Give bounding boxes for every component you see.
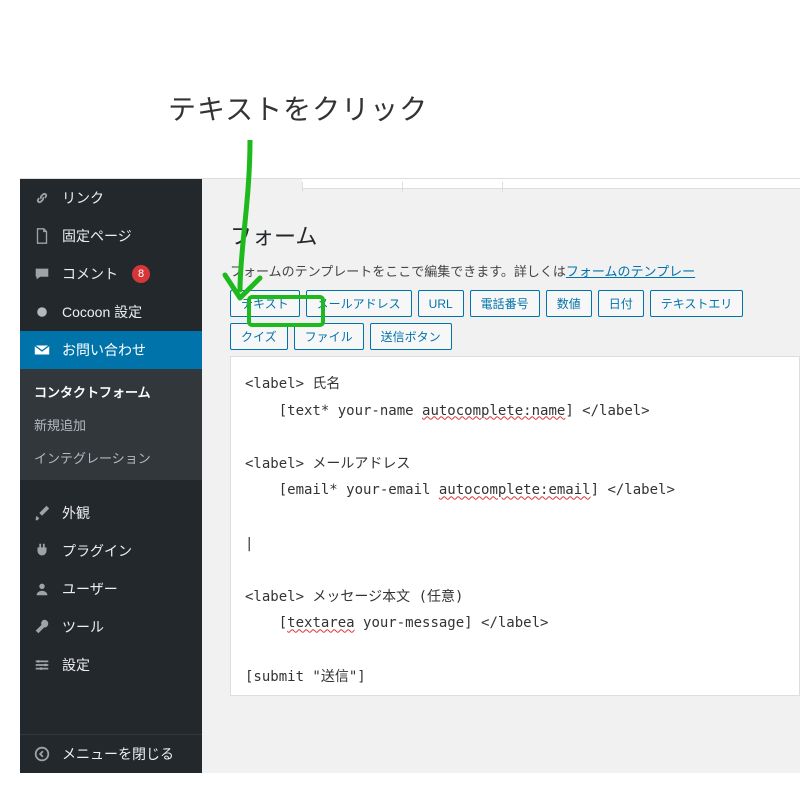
form-template-editor[interactable]: <label> 氏名 [text* your-name autocomplete… bbox=[230, 356, 800, 696]
sidebar-item-comments[interactable]: コメント 8 bbox=[20, 255, 202, 293]
plugin-icon bbox=[32, 541, 52, 561]
tag-email[interactable]: メールアドレス bbox=[306, 290, 412, 317]
sidebar-item-cocoon[interactable]: Cocoon 設定 bbox=[20, 293, 202, 331]
tag-row-2: クイズ ファイル 送信ボタン bbox=[230, 323, 800, 350]
panel-heading: フォーム bbox=[230, 219, 800, 251]
sidebar-item-links[interactable]: リンク bbox=[20, 179, 202, 217]
sidebar-item-users[interactable]: ユーザー bbox=[20, 570, 202, 608]
sidebar-collapse[interactable]: メニューを閉じる bbox=[20, 734, 202, 773]
tag-file[interactable]: ファイル bbox=[294, 323, 364, 350]
user-icon bbox=[32, 579, 52, 599]
mail-icon bbox=[32, 340, 52, 360]
form-panel: フォーム フォームのテンプレートをここで編集できます。詳しくはフォームのテンプレ… bbox=[230, 219, 800, 696]
sidebar-label: リンク bbox=[62, 188, 104, 208]
sidebar-label: ユーザー bbox=[62, 579, 118, 599]
sidebar-label: Cocoon 設定 bbox=[62, 302, 142, 322]
tag-quiz[interactable]: クイズ bbox=[230, 323, 288, 350]
sidebar-label: お問い合わせ bbox=[62, 340, 146, 360]
content-area: フォーム フォームのテンプレートをここで編集できます。詳しくはフォームのテンプレ… bbox=[202, 179, 800, 773]
wrench-icon bbox=[32, 617, 52, 637]
panel-description: フォームのテンプレートをここで編集できます。詳しくはフォームのテンプレー bbox=[230, 261, 800, 280]
tag-number[interactable]: 数値 bbox=[546, 290, 592, 317]
brush-icon bbox=[32, 503, 52, 523]
annotation-text: テキストをクリック bbox=[168, 88, 428, 128]
tag-textarea[interactable]: テキストエリ bbox=[650, 290, 744, 317]
comment-icon bbox=[32, 264, 52, 284]
sidebar-item-pages[interactable]: 固定ページ bbox=[20, 217, 202, 255]
sidebar-item-settings[interactable]: 設定 bbox=[20, 646, 202, 684]
sidebar-label: プラグイン bbox=[62, 541, 132, 561]
submenu-contact-forms[interactable]: コンタクトフォーム bbox=[20, 375, 202, 408]
top-thin-bar bbox=[302, 179, 800, 189]
page-icon bbox=[32, 226, 52, 246]
sliders-icon bbox=[32, 655, 52, 675]
sidebar-label: 固定ページ bbox=[62, 226, 132, 246]
sidebar-item-appearance[interactable]: 外観 bbox=[20, 494, 202, 532]
app-frame: リンク 固定ページ コメント 8 Cocoon 設定 お問い合わせ bbox=[20, 178, 800, 773]
sidebar-item-contact[interactable]: お問い合わせ bbox=[20, 331, 202, 369]
sidebar-item-plugins[interactable]: プラグイン bbox=[20, 532, 202, 570]
sidebar-label: 外観 bbox=[62, 503, 90, 523]
admin-sidebar: リンク 固定ページ コメント 8 Cocoon 設定 お問い合わせ bbox=[20, 179, 202, 773]
submenu-new[interactable]: 新規追加 bbox=[20, 408, 202, 441]
submenu-integration[interactable]: インテグレーション bbox=[20, 441, 202, 474]
comments-count-badge: 8 bbox=[132, 265, 150, 283]
template-help-link[interactable]: フォームのテンプレー bbox=[566, 264, 695, 279]
link-icon bbox=[32, 188, 52, 208]
separator bbox=[20, 480, 202, 494]
collapse-icon bbox=[32, 744, 52, 764]
sidebar-label: 設定 bbox=[62, 655, 90, 675]
sidebar-label: ツール bbox=[62, 617, 104, 637]
tag-submit[interactable]: 送信ボタン bbox=[370, 323, 452, 350]
tag-url[interactable]: URL bbox=[418, 290, 464, 317]
tag-tel[interactable]: 電話番号 bbox=[470, 290, 540, 317]
sidebar-label: コメント bbox=[62, 264, 118, 284]
cocoon-icon bbox=[32, 302, 52, 322]
tag-date[interactable]: 日付 bbox=[598, 290, 644, 317]
tag-text[interactable]: テキスト bbox=[230, 290, 300, 317]
contact-submenu: コンタクトフォーム 新規追加 インテグレーション bbox=[20, 369, 202, 480]
sidebar-item-tools[interactable]: ツール bbox=[20, 608, 202, 646]
tag-row-1: テキスト メールアドレス URL 電話番号 数値 日付 テキストエリ bbox=[230, 290, 800, 317]
sidebar-label: メニューを閉じる bbox=[62, 744, 174, 764]
